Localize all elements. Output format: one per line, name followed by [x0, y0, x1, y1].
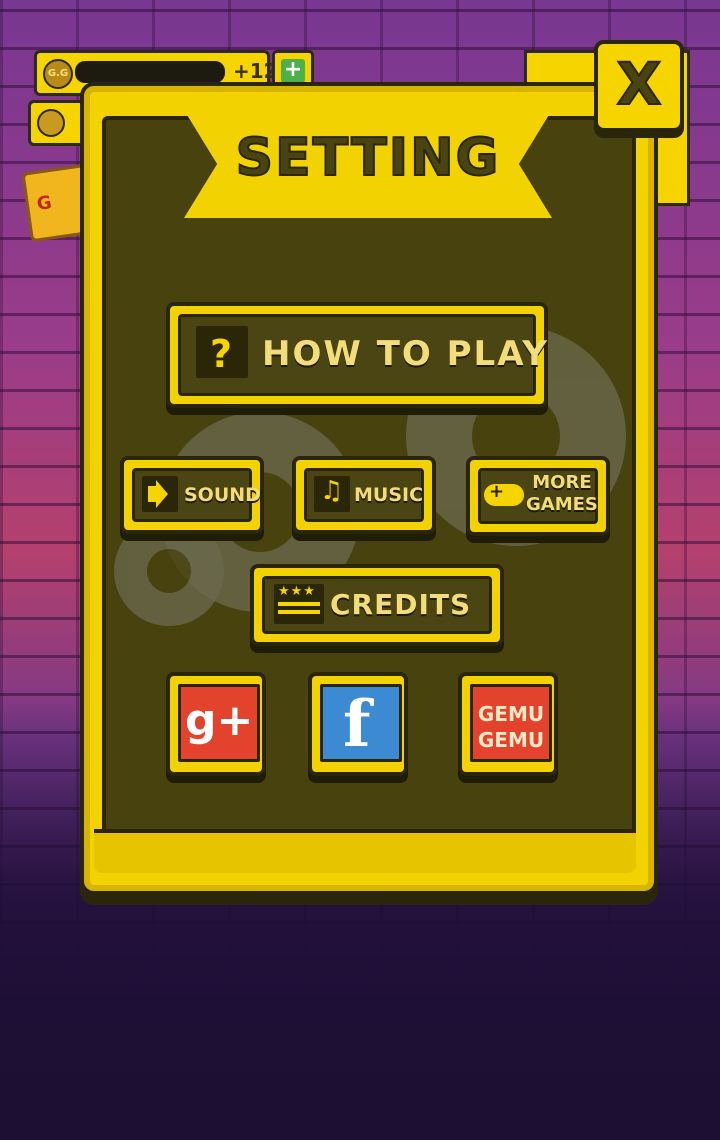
sound-label: SOUND [184, 484, 261, 506]
plus-icon: + [281, 59, 305, 83]
speaker-icon [142, 476, 178, 512]
more-games-button[interactable]: MORE GAMES [466, 456, 610, 536]
more-games-label: MORE GAMES [526, 472, 598, 515]
coin-icon [37, 109, 65, 137]
facebook-icon: f [320, 684, 402, 762]
question-icon: ? [196, 326, 248, 378]
how-to-play-label: HOW TO PLAY [262, 334, 549, 374]
gemu-gemu-button[interactable]: GEMU GEMU [458, 672, 558, 776]
google-plus-icon: g+ [178, 684, 260, 762]
music-button[interactable]: ♫ MUSIC [292, 456, 436, 534]
close-icon: X [616, 49, 663, 119]
music-label: MUSIC [354, 484, 424, 506]
ticket-label: G [35, 192, 54, 215]
dialog-bottom-lip [94, 829, 636, 873]
gemu-gemu-logo: GEMU GEMU [470, 684, 552, 762]
google-plus-button[interactable]: g+ [166, 672, 266, 776]
bonus-text: +12 [233, 59, 278, 83]
close-button[interactable]: X [594, 40, 684, 132]
coin-bar [75, 61, 225, 83]
coin-icon: G.G [43, 59, 73, 89]
how-to-play-button[interactable]: ? HOW TO PLAY [166, 302, 548, 408]
credits-button[interactable]: ★★★ CREDITS [250, 564, 504, 646]
sound-button[interactable]: SOUND [120, 456, 264, 534]
dialog-title: SETTING [235, 127, 501, 189]
facebook-button[interactable]: f [308, 672, 408, 776]
credits-label: CREDITS [330, 588, 472, 621]
music-note-icon: ♫ [314, 476, 350, 512]
credits-stars-icon: ★★★ [274, 584, 324, 624]
gamepad-icon [484, 480, 524, 510]
